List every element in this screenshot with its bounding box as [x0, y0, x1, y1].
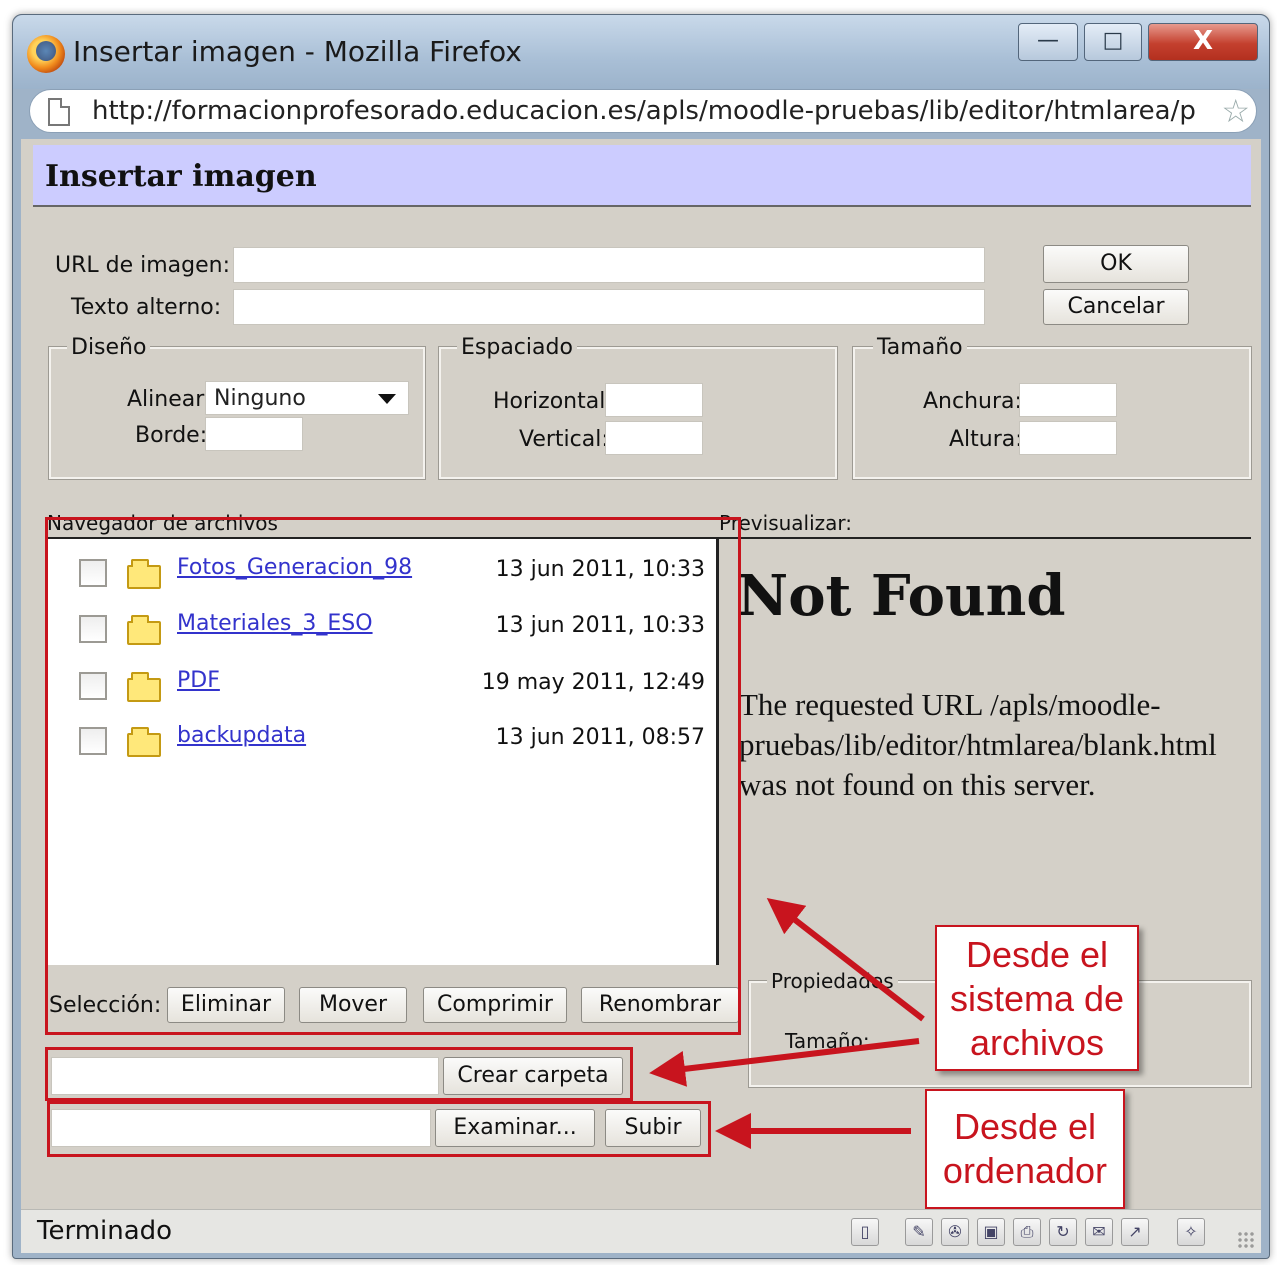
window-title: Insertar imagen - Mozilla Firefox: [73, 35, 522, 68]
print-icon[interactable]: ⎙: [1013, 1218, 1041, 1246]
page-icon: [48, 98, 70, 126]
arrow-to-create-folder: [649, 1038, 920, 1087]
settings-icon[interactable]: ✧: [1177, 1218, 1205, 1246]
tools-icon[interactable]: ✇: [941, 1218, 969, 1246]
page-icon[interactable]: ▯: [851, 1218, 879, 1246]
mail-icon[interactable]: ✉: [1085, 1218, 1113, 1246]
pencil-icon[interactable]: ✎: [905, 1218, 933, 1246]
save-icon[interactable]: ▣: [977, 1218, 1005, 1246]
refresh-icon[interactable]: ↻: [1049, 1218, 1077, 1246]
close-button[interactable]: X: [1148, 23, 1258, 61]
arrow-to-file-browser: [766, 897, 925, 1022]
page-content: Insertar imagen URL de imagen: Texto alt…: [21, 139, 1261, 1209]
chart-icon[interactable]: ↗: [1121, 1218, 1149, 1246]
status-text: Terminado: [37, 1216, 173, 1246]
firefox-icon: [27, 35, 65, 73]
firefox-window: Insertar imagen - Mozilla Firefox — □ X …: [12, 14, 1270, 1259]
resize-grip[interactable]: [1237, 1231, 1255, 1249]
address-url[interactable]: http://formacionprofesorado.educacion.es…: [92, 96, 1212, 126]
bookmark-star-icon[interactable]: ☆: [1221, 92, 1250, 130]
annotation-arrows: [649, 897, 925, 1149]
maximize-button[interactable]: □: [1084, 23, 1142, 61]
minimize-button[interactable]: —: [1018, 23, 1078, 61]
status-bar: Terminado ▯ ✎ ✇ ▣ ⎙ ↻ ✉ ↗ ✧: [21, 1209, 1261, 1253]
title-bar[interactable]: Insertar imagen - Mozilla Firefox — □ X: [13, 15, 1269, 89]
address-bar[interactable]: http://formacionprofesorado.educacion.es…: [29, 89, 1257, 133]
